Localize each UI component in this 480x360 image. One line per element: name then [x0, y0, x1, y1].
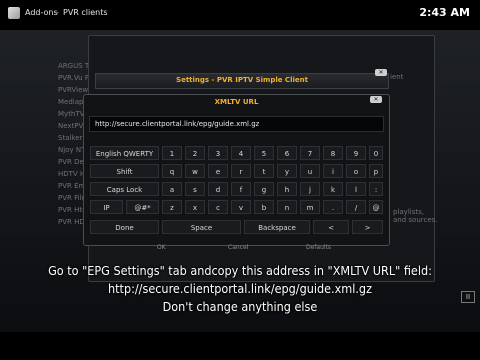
list-item[interactable]: PVR.Vu PVR C — [58, 74, 88, 86]
background-side-text: ient — [390, 73, 404, 81]
key[interactable]: g — [254, 182, 274, 196]
key[interactable]: 4 — [231, 146, 251, 160]
key[interactable]: z — [162, 200, 182, 214]
caption-line-3: Don't change anything else — [162, 299, 318, 314]
key[interactable]: t — [254, 164, 274, 178]
key[interactable]: w — [185, 164, 205, 178]
key[interactable]: 7 — [300, 146, 320, 160]
breadcrumb-separator: - — [56, 8, 59, 17]
key[interactable]: f — [231, 182, 251, 196]
key[interactable]: q — [162, 164, 182, 178]
key[interactable]: c — [208, 200, 228, 214]
settings-dialog-header: Settings - PVR IPTV Simple Client — [95, 73, 389, 89]
key[interactable]: l — [346, 182, 366, 196]
ip-button[interactable]: IP — [90, 200, 123, 214]
key[interactable]: v — [231, 200, 251, 214]
addons-icon — [8, 7, 20, 19]
layout-button[interactable]: English QWERTY — [90, 146, 159, 160]
cancel-button[interactable]: Cancel — [228, 244, 248, 251]
key[interactable]: n — [277, 200, 297, 214]
background-description: playlists, — [393, 208, 424, 216]
pause-icon[interactable]: II — [461, 291, 475, 303]
key[interactable]: d — [208, 182, 228, 196]
key[interactable]: 5 — [254, 146, 274, 160]
settings-close-icon[interactable]: ✕ — [375, 69, 387, 76]
key[interactable]: / — [346, 200, 366, 214]
key[interactable]: : — [369, 182, 383, 196]
url-input-value: http://secure.clientportal.link/epg/guid… — [95, 120, 260, 128]
breadcrumb-addons[interactable]: Add-ons — [25, 8, 58, 17]
key[interactable]: . — [323, 200, 343, 214]
breadcrumb-pvr-clients[interactable]: PVR clients — [63, 8, 108, 17]
key[interactable]: x — [185, 200, 205, 214]
list-item[interactable]: ARGUS TV cl — [58, 62, 88, 74]
key[interactable]: 8 — [323, 146, 343, 160]
key[interactable]: 2 — [185, 146, 205, 160]
cursor-right-button[interactable]: > — [352, 220, 383, 234]
shift-button[interactable]: Shift — [90, 164, 159, 178]
key[interactable]: 3 — [208, 146, 228, 160]
key[interactable]: m — [300, 200, 320, 214]
defaults-button[interactable]: Defaults — [306, 244, 331, 251]
key[interactable]: p — [369, 164, 383, 178]
key[interactable]: u — [300, 164, 320, 178]
key[interactable]: 6 — [277, 146, 297, 160]
caption-line-1: Go to "EPG Settings" tab andcopy this ad… — [48, 263, 432, 278]
symbols-button[interactable]: @#* — [126, 200, 159, 214]
key[interactable]: @ — [369, 200, 383, 214]
backspace-button[interactable]: Backspace — [244, 220, 310, 234]
ok-button[interactable]: OK — [157, 244, 166, 251]
dialog-close-icon[interactable]: ✕ — [370, 96, 382, 103]
key[interactable]: e — [208, 164, 228, 178]
key[interactable]: o — [346, 164, 366, 178]
url-input[interactable]: http://secure.clientportal.link/epg/guid… — [89, 116, 384, 132]
key[interactable]: j — [300, 182, 320, 196]
key[interactable]: s — [185, 182, 205, 196]
settings-title: Settings - PVR IPTV Simple Client — [176, 76, 308, 84]
background-description: and sources. — [393, 216, 438, 224]
key[interactable]: 9 — [346, 146, 366, 160]
key[interactable]: i — [323, 164, 343, 178]
caption-line-2: http://secure.clientportal.link/epg/guid… — [108, 281, 372, 296]
done-button[interactable]: Done — [90, 220, 159, 234]
key[interactable]: 1 — [162, 146, 182, 160]
key[interactable]: r — [231, 164, 251, 178]
key[interactable]: h — [277, 182, 297, 196]
cursor-left-button[interactable]: < — [313, 220, 349, 234]
caps-lock-button[interactable]: Caps Lock — [90, 182, 159, 196]
space-button[interactable]: Space — [162, 220, 241, 234]
key[interactable]: b — [254, 200, 274, 214]
dialog-title: XMLTV URL — [214, 98, 259, 106]
top-bar: Add-ons - PVR clients 2:43 AM — [0, 0, 480, 30]
clock: 2:43 AM — [419, 6, 470, 19]
key[interactable]: k — [323, 182, 343, 196]
key[interactable]: y — [277, 164, 297, 178]
key[interactable]: a — [162, 182, 182, 196]
key[interactable]: 0 — [369, 146, 383, 160]
